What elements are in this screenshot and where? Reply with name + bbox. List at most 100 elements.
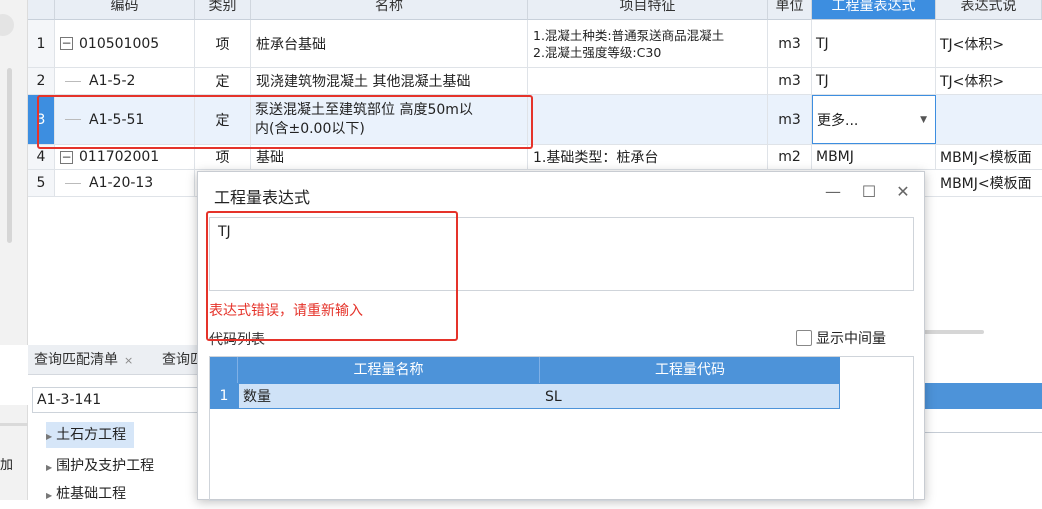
vertical-scrollbar[interactable] xyxy=(7,68,12,243)
type-cell[interactable]: 项 xyxy=(195,20,251,67)
collapse-knob[interactable] xyxy=(0,14,14,36)
divider xyxy=(0,423,28,426)
features-cell[interactable] xyxy=(528,68,768,94)
expression-text-cell[interactable] xyxy=(936,95,1042,144)
code-list-grid: 工程量名称 工程量代码 1 数量 SL xyxy=(209,356,914,501)
tree-item-support[interactable]: ▶ 围护及支护工程 xyxy=(46,453,162,479)
features-cell[interactable] xyxy=(528,95,768,144)
unit-cell[interactable]: m3 xyxy=(768,95,812,144)
dialog-title: 工程量表达式 xyxy=(214,188,311,207)
triangle-right-icon[interactable]: ▶ xyxy=(46,432,52,441)
query-panel: 查询匹配清单 × 查询匹 A1-3-141 ▶ 土石方工程 ▶ 围护及支护工程 ▶ 桩基… xyxy=(28,345,208,502)
bill-grid: 编码 类别 名称 项目特征 单位 工程量表达式 表达式说 1 − 0105010… xyxy=(28,0,1042,200)
features-cell[interactable]: 1.基础类型：桩承台 xyxy=(528,145,768,169)
table-row-current[interactable]: 3 A1-5-51 定 泵送混凝土至建筑部位 高度50m以 内(含±0.00以下… xyxy=(28,95,1042,145)
features-cell[interactable]: 1.混凝土种类:普通泵送商品混凝土 2.混凝土强度等级:C30 xyxy=(528,20,768,67)
close-button[interactable]: ✕ xyxy=(892,182,914,201)
collapse-toggle[interactable]: − xyxy=(60,37,73,50)
type-cell[interactable]: 定 xyxy=(195,68,251,94)
minimize-button[interactable]: — xyxy=(822,182,844,201)
tree-item-label: 土石方工程 xyxy=(56,427,127,443)
expression-input[interactable]: TJ xyxy=(209,217,914,291)
code-grid-row[interactable]: 数量 SL xyxy=(238,383,840,409)
expression-text-cell[interactable]: MBMJ<模板面 xyxy=(936,145,1042,169)
row-number: 2 xyxy=(28,68,55,94)
expression-dropdown-value: 更多... xyxy=(817,112,859,129)
divider xyxy=(925,432,1042,433)
checkbox-icon[interactable] xyxy=(796,330,812,346)
header-type[interactable]: 类别 xyxy=(195,0,251,20)
left-sidebar-strip xyxy=(0,0,28,345)
header-unit[interactable]: 单位 xyxy=(768,0,812,20)
left-bottom-strip: 加 xyxy=(0,405,28,500)
header-expression[interactable]: 工程量表达式 xyxy=(812,0,936,20)
feature-line: 1.混凝土种类:普通泵送商品混凝土 xyxy=(533,27,725,43)
expression-dialog: 工程量表达式 — ☐ ✕ TJ 表达式错误，请重新输入 代码列表 显示中间量 工… xyxy=(197,171,925,501)
code-grid-corner xyxy=(210,357,238,383)
search-input[interactable]: A1-3-141 xyxy=(32,387,204,413)
code-value: A1-20-13 xyxy=(89,175,154,191)
code-cell[interactable]: A1-5-51 xyxy=(55,95,195,144)
expression-text-cell[interactable]: TJ<体积> xyxy=(936,68,1042,94)
unit-cell[interactable]: m3 xyxy=(768,68,812,94)
triangle-right-icon[interactable]: ▶ xyxy=(46,491,52,500)
row-number: 4 xyxy=(28,145,55,169)
code-value: 011702001 xyxy=(79,149,160,165)
row-number: 1 xyxy=(28,20,55,67)
code-value: A1-5-51 xyxy=(89,111,145,128)
triangle-right-icon[interactable]: ▶ xyxy=(46,463,52,472)
expression-text-cell[interactable]: TJ<体积> xyxy=(936,20,1042,67)
chevron-down-icon[interactable]: ▼ xyxy=(920,115,927,125)
maximize-button[interactable]: ☐ xyxy=(858,182,880,201)
tab-query-match-list[interactable]: 查询匹配清单 × xyxy=(28,345,133,375)
header-code[interactable]: 编码 xyxy=(55,0,195,20)
quantity-code: SL xyxy=(545,389,562,405)
code-grid-header-name[interactable]: 工程量名称 xyxy=(238,357,540,383)
unit-cell[interactable]: m2 xyxy=(768,145,812,169)
type-cell[interactable]: 项 xyxy=(195,145,251,169)
header-features[interactable]: 项目特征 xyxy=(528,0,768,20)
table-row[interactable]: 4 − 011702001 项 基础 1.基础类型：桩承台 m2 MBMJ MB… xyxy=(28,145,1042,170)
unit-cell[interactable]: m3 xyxy=(768,20,812,67)
edge-label[interactable]: 加 xyxy=(0,454,13,473)
tree-connector xyxy=(65,80,81,82)
code-cell[interactable]: A1-5-2 xyxy=(55,68,195,94)
code-cell[interactable]: − 010501005 xyxy=(55,20,195,67)
tree-connector xyxy=(65,182,81,184)
checkbox-label: 显示中间量 xyxy=(816,331,886,347)
tree-item-label: 围护及支护工程 xyxy=(56,458,155,474)
horizontal-scrollbar[interactable] xyxy=(918,330,984,334)
tree-item-earthwork[interactable]: ▶ 土石方工程 xyxy=(46,422,135,448)
close-icon[interactable]: × xyxy=(124,354,133,367)
name-cell[interactable]: 现浇建筑物混凝土 其他混凝土基础 xyxy=(251,68,528,94)
table-row[interactable]: 2 A1-5-2 定 现浇建筑物混凝土 其他混凝土基础 m3 TJ TJ<体积> xyxy=(28,68,1042,95)
row-number: 1 xyxy=(210,383,238,409)
code-cell[interactable]: A1-20-13 xyxy=(55,170,195,196)
error-message: 表达式错误，请重新输入 xyxy=(209,303,363,319)
show-intermediate-checkbox[interactable]: 显示中间量 xyxy=(796,328,886,348)
table-row[interactable]: 1 − 010501005 项 桩承台基础 1.混凝土种类:普通泵送商品混凝土 … xyxy=(28,20,1042,68)
collapse-toggle[interactable]: − xyxy=(60,150,73,164)
expression-cell[interactable]: TJ xyxy=(812,20,936,67)
expression-cell[interactable]: TJ xyxy=(812,68,936,94)
quantity-name: 数量 xyxy=(243,389,271,405)
expression-dropdown[interactable]: 更多... ▼ xyxy=(812,95,936,144)
code-value: 010501005 xyxy=(79,35,160,52)
tree-item-pile[interactable]: ▶ 桩基础工程 xyxy=(46,481,134,507)
header-expression-text[interactable]: 表达式说 xyxy=(936,0,1042,20)
name-cell[interactable]: 泵送混凝土至建筑部位 高度50m以 内(含±0.00以下) xyxy=(251,95,528,144)
name-line: 内(含±0.00以下) xyxy=(255,120,365,137)
tree-connector xyxy=(65,119,81,120)
name-cell[interactable]: 桩承台基础 xyxy=(251,20,528,67)
code-value: A1-5-2 xyxy=(89,73,136,89)
expression-text-cell[interactable]: MBMJ<模板面 xyxy=(936,170,1042,196)
name-cell[interactable]: 基础 xyxy=(251,145,528,169)
background-grid-header xyxy=(925,383,1042,409)
header-name[interactable]: 名称 xyxy=(251,0,528,20)
expression-cell[interactable]: MBMJ xyxy=(812,145,936,169)
type-cell[interactable]: 定 xyxy=(195,95,251,144)
code-cell[interactable]: − 011702001 xyxy=(55,145,195,169)
tab-label: 查询匹配清单 xyxy=(34,352,118,368)
code-list-label: 代码列表 xyxy=(209,332,265,348)
code-grid-header-code[interactable]: 工程量代码 xyxy=(540,357,840,383)
